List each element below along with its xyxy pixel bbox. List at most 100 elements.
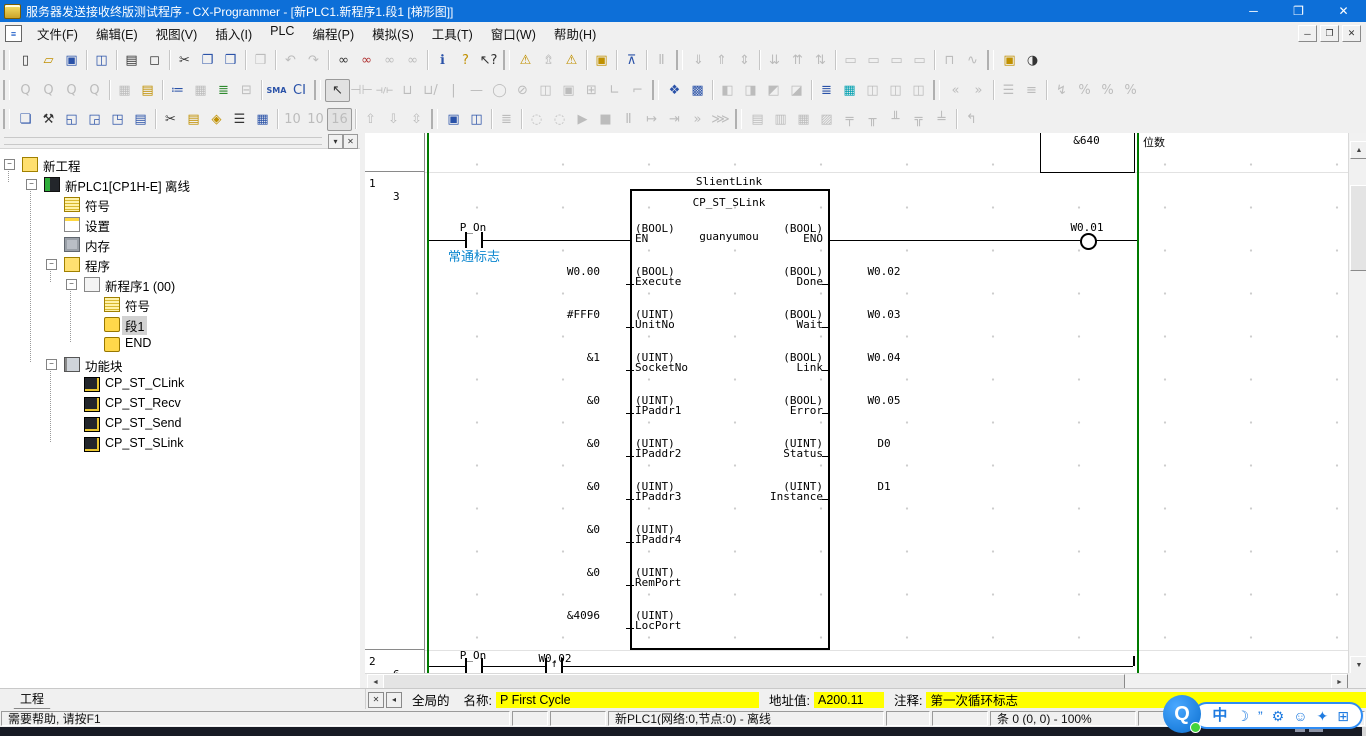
debug-pause-a-button[interactable]: ◌ <box>525 109 548 130</box>
copy-button[interactable]: ❐ <box>196 50 219 71</box>
tree-item-label[interactable]: END <box>122 336 154 350</box>
fb-input-operand[interactable]: &0 <box>505 394 600 407</box>
night-mode-icon[interactable]: ☽ <box>1236 709 1249 723</box>
sim-stop-button[interactable]: ■ <box>594 109 617 130</box>
panel-grid-icon[interactable]: ⊞ <box>1337 709 1349 723</box>
hex-button[interactable]: 16 <box>327 108 352 131</box>
sim-window-button[interactable]: ◫ <box>465 109 488 130</box>
transfer-sim-button[interactable]: ≣ <box>495 109 518 130</box>
tree-item-段1[interactable]: 段1 <box>0 315 360 333</box>
find-button[interactable]: ∞ <box>332 50 355 71</box>
search-file-button[interactable]: ◫ <box>90 50 113 71</box>
contact-comment[interactable]: 常通标志 <box>448 246 500 265</box>
pause-monitor-button[interactable]: Ⅱ <box>650 50 673 71</box>
continuous-step-button[interactable]: » <box>686 109 709 130</box>
compare-button[interactable]: ⇕ <box>733 50 756 71</box>
window-c-button[interactable]: ◫ <box>907 80 930 101</box>
junction-3-button[interactable]: ╨ <box>884 109 907 130</box>
break-mode-4-button[interactable]: ▨ <box>815 109 838 130</box>
time-chart-button[interactable]: ∿ <box>961 50 984 71</box>
rung-margin-cell[interactable]: 13 <box>365 172 425 650</box>
context-help-button[interactable]: ↖? <box>477 50 500 71</box>
tree-item-符号[interactable]: 符号 <box>0 295 360 313</box>
junction-2-button[interactable]: ╥ <box>861 109 884 130</box>
menu-item-5[interactable]: 编程(P) <box>303 22 363 45</box>
tree-expander[interactable]: − <box>46 259 57 270</box>
print-preview-button[interactable]: ◻ <box>143 50 166 71</box>
fb-output-operand[interactable]: W0.05 <box>844 394 924 407</box>
tree-item-程序[interactable]: −程序 <box>0 255 360 273</box>
tree-item-新程序1 (00)[interactable]: −新程序1 (00) <box>0 275 360 293</box>
save-button[interactable]: ▣ <box>60 50 83 71</box>
pin-panel-button[interactable]: ▾ <box>328 134 343 149</box>
scroll-up-button[interactable]: ▲ <box>1350 141 1366 159</box>
tree-item-label[interactable]: CP_ST_SLink <box>102 436 187 450</box>
fb-input-operand[interactable]: &0 <box>505 523 600 536</box>
skin-icon[interactable]: ✦ <box>1317 709 1329 723</box>
new-button[interactable]: ▯ <box>14 50 37 71</box>
junction-5-button[interactable]: ╧ <box>930 109 953 130</box>
vertical-line-tool[interactable]: | <box>442 80 465 101</box>
monitor-all-button[interactable]: ▭ <box>862 50 885 71</box>
tree-item-CP_ST_CLink[interactable]: CP_ST_CLink <box>0 375 360 393</box>
find-address-button[interactable]: ∞ <box>401 50 424 71</box>
or-contact-nc-tool[interactable]: ⊔/ <box>419 80 442 101</box>
open-button[interactable]: ▱ <box>37 50 60 71</box>
break-mode-3-button[interactable]: ▦ <box>792 109 815 130</box>
fb-input-operand[interactable]: &0 <box>505 437 600 450</box>
break-mode-2-button[interactable]: ▥ <box>769 109 792 130</box>
menu-item-6[interactable]: 模拟(S) <box>363 22 423 45</box>
show-mnemonics-button[interactable]: SMA <box>265 80 288 101</box>
fb-input-operand[interactable]: W0.00 <box>505 265 600 278</box>
download-button[interactable]: ⇓ <box>687 50 710 71</box>
close-instruction-tool[interactable]: ▣ <box>557 80 580 101</box>
monitor-clock-button[interactable]: ▭ <box>908 50 931 71</box>
symbol-address-field[interactable] <box>814 692 884 708</box>
instruction-tool[interactable]: ◫ <box>534 80 557 101</box>
coil-nc-tool[interactable]: ⊘ <box>511 80 534 101</box>
grid-snap-button[interactable]: ▩ <box>686 80 709 101</box>
outdent-button[interactable]: « <box>944 80 967 101</box>
break-mode-1-button[interactable]: ▤ <box>746 109 769 130</box>
window-b-button[interactable]: ◫ <box>884 80 907 101</box>
tree-item-label[interactable]: 新程序1 (00) <box>102 276 178 295</box>
fb-output-operand[interactable]: D0 <box>844 437 924 450</box>
tree-item-label[interactable]: 设置 <box>82 216 113 235</box>
force-on-button[interactable]: ↯ <box>1050 80 1073 101</box>
monitor-grid-button[interactable]: ▦ <box>189 80 212 101</box>
coil-no-tool[interactable]: ◯ <box>488 80 511 101</box>
transfer-check-button[interactable]: ▣ <box>590 50 613 71</box>
tree-item-label[interactable]: 新工程 <box>40 156 84 175</box>
properties-button[interactable]: ▤ <box>129 109 152 130</box>
fb-output-operand[interactable]: W0.03 <box>844 308 924 321</box>
rung-margin-cell[interactable] <box>365 133 425 172</box>
monitor-button[interactable]: ▭ <box>839 50 862 71</box>
rung-up-button[interactable]: ⇧ <box>359 109 382 130</box>
tree-item-label[interactable]: 内存 <box>82 236 113 255</box>
force-off-button[interactable]: % <box>1073 80 1096 101</box>
signed-decimal-button[interactable]: 10 <box>304 109 327 130</box>
rung-manager-button[interactable]: ≣ <box>212 80 235 101</box>
differential-monitor-button[interactable]: ⊓ <box>938 50 961 71</box>
window-a-button[interactable]: ◫ <box>861 80 884 101</box>
fb-input-operand[interactable]: &0 <box>505 480 600 493</box>
indent-button[interactable]: » <box>967 80 990 101</box>
tree-item-功能块[interactable]: −功能块 <box>0 355 360 373</box>
menu-item-0[interactable]: 文件(F) <box>28 22 87 45</box>
rung-comment-button[interactable]: ▤ <box>136 80 159 101</box>
minimize-button[interactable]: ─ <box>1231 0 1276 22</box>
zoom-fit-button[interactable]: Q <box>83 80 106 101</box>
reference-up-button[interactable]: ◩ <box>762 80 785 101</box>
close-panel-button[interactable]: ✕ <box>343 134 358 149</box>
junction-1-button[interactable]: ╤ <box>838 109 861 130</box>
fb-output-operand[interactable]: W0.04 <box>844 351 924 364</box>
contact-label[interactable]: P_On <box>443 649 503 662</box>
compile-button[interactable]: ⚠ <box>514 50 537 71</box>
fb-output-operand[interactable]: W0.02 <box>844 265 924 278</box>
build-button[interactable]: ⚒ <box>37 109 60 130</box>
menu-item-7[interactable]: 工具(T) <box>423 22 482 45</box>
zoom-out-button[interactable]: Q <box>60 80 83 101</box>
menu-item-4[interactable]: PLC <box>261 22 303 45</box>
help-button[interactable]: ? <box>454 50 477 71</box>
tools-wrench-icon[interactable]: ⚙ <box>1272 709 1285 723</box>
